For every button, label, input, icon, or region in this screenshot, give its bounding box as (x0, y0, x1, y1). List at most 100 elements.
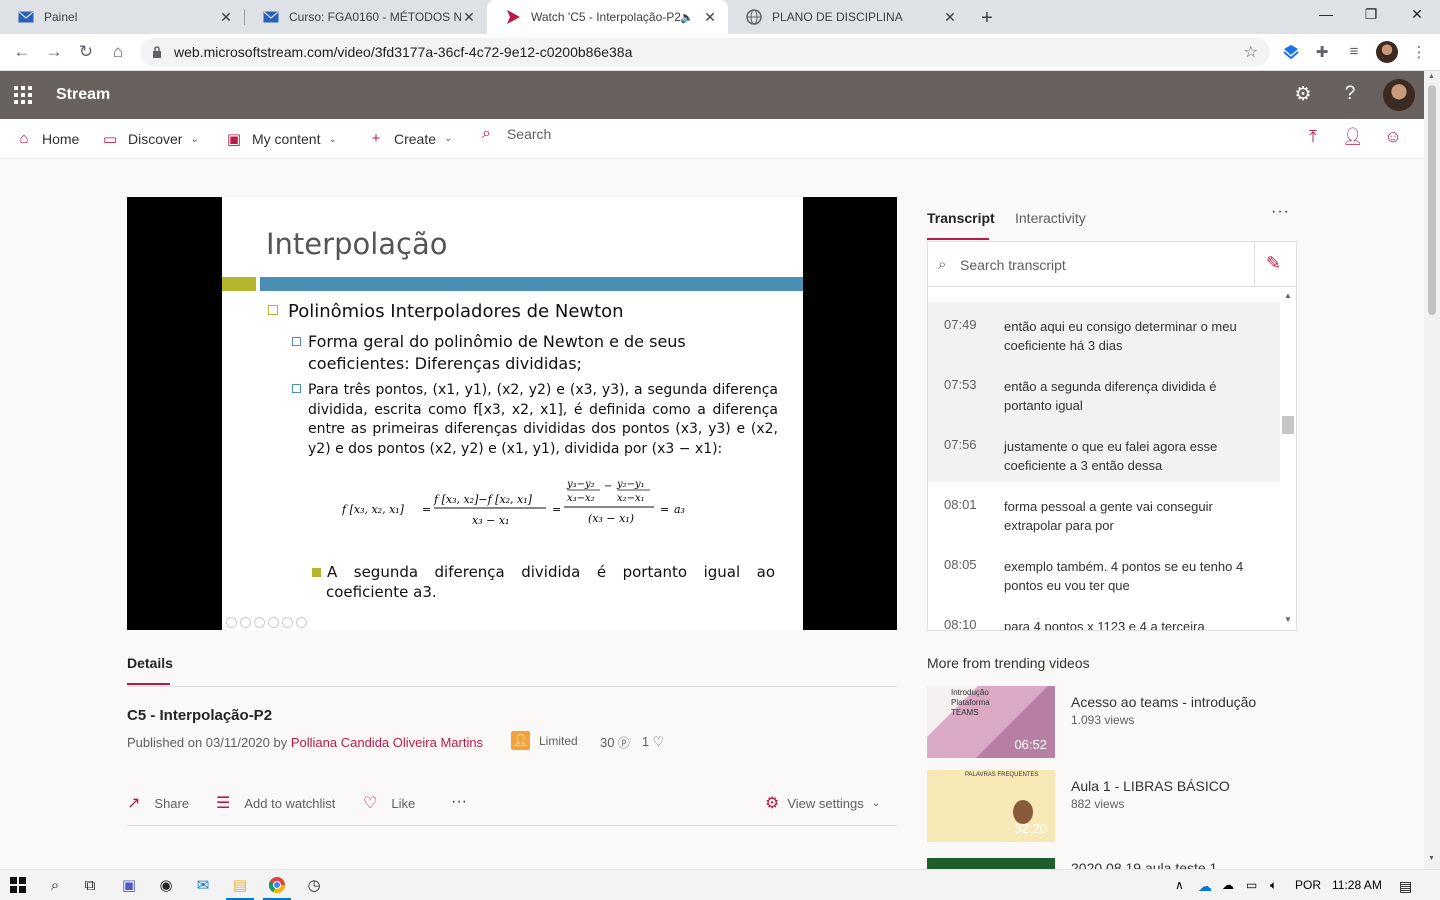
add-to-watchlist-button[interactable]: ☰ Add to watchlist (216, 793, 335, 813)
browser-tab-watch[interactable]: Watch 'C5 - Interpolação-P2' 🔈 ✕ (487, 0, 728, 34)
tab-interactivity[interactable]: Interactivity (1015, 210, 1086, 226)
globe-icon (746, 9, 762, 25)
transcript-row[interactable]: 07:49 então aqui eu consigo determinar o … (928, 302, 1280, 362)
windows-start-icon[interactable] (9, 877, 27, 895)
language-indicator[interactable]: POR (1295, 878, 1321, 892)
chrome-icon[interactable] (268, 877, 286, 895)
published-info: Published on 03/11/2020 by Polliana Cand… (127, 735, 484, 750)
transcript-row[interactable]: 07:56 justamente o que eu falei agora ess… (928, 422, 1280, 482)
user-avatar[interactable] (1383, 79, 1415, 111)
trending-video[interactable]: 2020.08.19 aula teste 1 (927, 858, 1327, 869)
heart-icon: ♡ (649, 734, 665, 749)
close-tab-icon[interactable]: ✕ (702, 9, 718, 25)
svg-text:y₃−y₂: y₃−y₂ (566, 479, 595, 490)
clock-app-icon[interactable]: ◷ (305, 877, 323, 895)
profile-avatar[interactable] (1376, 41, 1398, 63)
video-thumbnail: PALAVRAS FREQUENTES 32:20 (927, 770, 1055, 842)
task-view-icon[interactable]: ⧉ (81, 877, 99, 895)
onedrive-icon[interactable]: ☁ (1198, 878, 1212, 895)
transcript-row[interactable]: 08:01 forma pessoal a gente vai conseguir… (928, 482, 1280, 542)
video-frame-slide: Interpolação Polinômios Interpoladores d… (222, 197, 803, 630)
tray-app-icon[interactable]: ☁ (1222, 878, 1234, 892)
like-button[interactable]: ♡ Like (363, 793, 415, 813)
mail-icon (263, 9, 279, 25)
svg-text:y₂−y₁: y₂−y₁ (616, 479, 645, 490)
url-input[interactable]: web.microsoftstream.com/video/3fd3177a-3… (140, 38, 1270, 66)
transcript-scrollbar[interactable]: ▲ ▼ (1280, 287, 1296, 630)
close-tab-icon[interactable]: ✕ (218, 9, 234, 25)
forward-icon[interactable]: → (44, 42, 64, 62)
nav-discover[interactable]: ▭ Discover ⌄ (102, 130, 199, 148)
transcript-search-box: ⌕ Search transcript ✎ (927, 241, 1297, 287)
nav-search[interactable]: ⌕ Search (482, 125, 551, 143)
svg-text:a₃: a₃ (674, 503, 685, 516)
more-actions-button[interactable]: ··· (451, 793, 467, 811)
edit-pencil-icon[interactable]: ✎ (1266, 253, 1281, 274)
nav-create[interactable]: + Create ⌄ (368, 130, 453, 147)
media-control-icon[interactable]: ≡ (1345, 43, 1363, 61)
file-explorer-icon[interactable]: ▤ (231, 877, 249, 895)
transcript-row[interactable]: 08:05 exemplo também. 4 pontos se eu tenh… (928, 542, 1280, 602)
share-button[interactable]: ↗ Share (127, 793, 189, 813)
tab-transcript-indicator (927, 238, 989, 240)
close-tab-icon[interactable]: ✕ (942, 9, 958, 25)
close-tab-icon[interactable]: ✕ (461, 9, 477, 25)
nav-my-content[interactable]: ▣ My content ⌄ (226, 130, 337, 148)
search-icon[interactable]: ⌕ (46, 877, 64, 895)
new-tab-button[interactable]: + (977, 7, 997, 30)
teams-icon[interactable]: ▣ (120, 877, 138, 895)
reload-icon[interactable]: ↻ (76, 42, 96, 62)
watchlist-icon: ☰ (216, 795, 231, 812)
page-scrollbar[interactable]: ▲ ▼ (1424, 71, 1440, 869)
browser-tab-curso[interactable]: Curso: FGA0160 - MÉTODOS NUMÉRICOS ✕ (245, 0, 487, 34)
settings-gear-icon[interactable]: ⚙ (1291, 83, 1315, 107)
feedback-smile-icon[interactable]: ☺ (1383, 127, 1403, 147)
slide-controls (226, 617, 307, 628)
home-icon[interactable]: ⌂ (108, 42, 128, 62)
video-player[interactable]: Interpolação Polinômios Interpoladores d… (127, 197, 897, 630)
slide-bullet-4: A segunda diferença dividida é portanto … (312, 562, 775, 602)
audio-playing-icon[interactable]: 🔈 (680, 11, 694, 24)
app-launcher-icon[interactable] (14, 86, 32, 104)
plus-icon: + (371, 130, 381, 147)
browser-tab-plano[interactable]: PLANO DE DISCIPLINA ✕ (728, 0, 968, 34)
windows-taskbar: ⌕ ⧉ ▣ ◉ ✉ ▤ ◷ ∧ ☁ ☁ ▭ 🔈︎ POR 11:28 AM ▤ (0, 869, 1440, 900)
extension-shield-icon[interactable] (1282, 43, 1300, 61)
bookmark-star-icon[interactable]: ☆ (1244, 42, 1258, 62)
app-icon[interactable]: ◉ (157, 877, 175, 895)
upload-icon[interactable]: ⤒ (1303, 127, 1323, 147)
volume-icon[interactable]: 🔈︎ (1270, 878, 1277, 893)
mail-icon[interactable]: ✉ (194, 877, 212, 895)
stream-icon (505, 9, 521, 25)
video-title: C5 - Interpolação-P2 (127, 707, 273, 724)
people-icon[interactable]: 👤︎ (1342, 127, 1364, 147)
tab-details[interactable]: Details (127, 655, 173, 671)
transcript-row[interactable]: 07:53 então a segunda diferença dividida … (928, 362, 1280, 422)
close-window-button[interactable]: ✕ (1402, 6, 1432, 23)
app-name[interactable]: Stream (56, 86, 110, 104)
extensions-puzzle-icon[interactable]: ✚ (1313, 43, 1331, 61)
network-icon[interactable]: ▭ (1246, 878, 1257, 892)
author-link[interactable]: Polliana Candida Oliveira Martins (291, 735, 483, 750)
transcript-search-input[interactable]: Search transcript (960, 257, 1066, 273)
minimize-button[interactable]: — (1311, 6, 1341, 22)
chevron-down-icon: ⌄ (190, 133, 199, 145)
tab-transcript[interactable]: Transcript (927, 210, 995, 226)
slide-bullet-1: Polinômios Interpoladores de Newton (268, 301, 624, 322)
scroll-thumb (1282, 416, 1294, 434)
trending-video[interactable]: Introdução Plataforma TEAMS 06:52 Acesso… (927, 686, 1327, 758)
back-icon[interactable]: ← (12, 42, 32, 62)
help-icon[interactable]: ? (1338, 83, 1362, 107)
view-settings-button[interactable]: ⚙ View settings ⌄ (765, 793, 880, 813)
trending-video[interactable]: PALAVRAS FREQUENTES 32:20 Aula 1 - LIBRA… (927, 770, 1327, 842)
transcript-row[interactable]: 08:10 para 4 pontos x 1123 e 4 a terceira (928, 602, 1280, 630)
nav-home[interactable]: ⌂ Home (16, 130, 79, 147)
clock[interactable]: 11:28 AM (1332, 878, 1382, 892)
browser-menu-icon[interactable]: ⋮ (1410, 43, 1428, 61)
maximize-button[interactable]: ❐ (1356, 6, 1386, 23)
transcript-more-button[interactable]: ··· (1271, 203, 1290, 221)
chevron-down-icon: ⌄ (871, 797, 881, 809)
notifications-icon[interactable]: ▤ (1399, 878, 1412, 895)
browser-tab-painel[interactable]: Painel ✕ (0, 0, 244, 34)
tray-chevron-icon[interactable]: ∧ (1175, 878, 1184, 892)
